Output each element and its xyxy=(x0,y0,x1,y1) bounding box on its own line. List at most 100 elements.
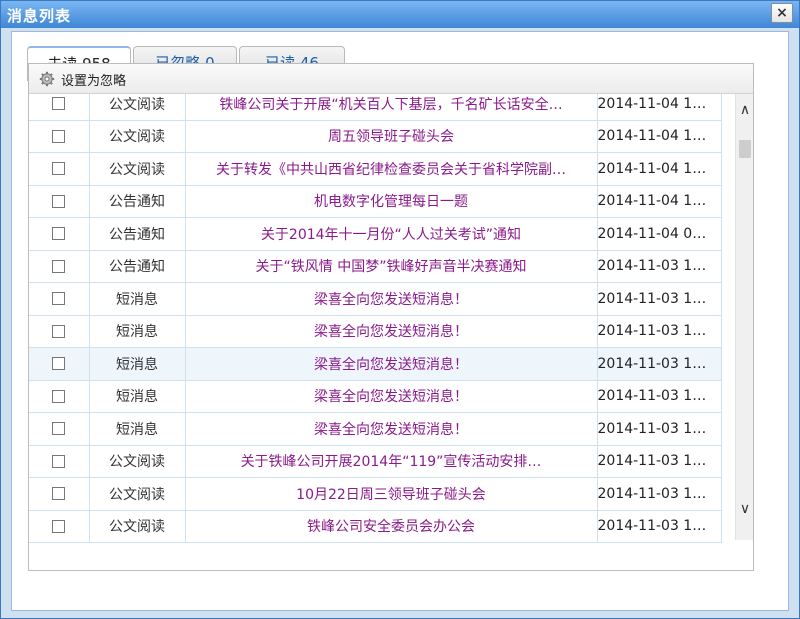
row-checkbox[interactable] xyxy=(52,162,66,176)
titlebar[interactable]: 消息列表 × xyxy=(1,1,799,28)
message-time: 2014-11-03 11:06 xyxy=(596,509,722,543)
message-time: 2014-11-03 11:11 xyxy=(596,444,722,478)
row-checkbox-cell xyxy=(29,379,90,413)
gear-icon xyxy=(39,71,55,87)
message-time: 2014-11-03 11:52 xyxy=(596,379,722,413)
message-type: 公文阅读 xyxy=(88,94,186,121)
message-time: 2014-11-03 11:53 xyxy=(596,347,722,381)
row-checkbox-cell xyxy=(29,282,90,316)
message-title-link[interactable]: 梁喜全向您发送短消息！ xyxy=(184,314,598,348)
message-title-link[interactable]: 梁喜全向您发送短消息！ xyxy=(184,347,598,381)
table-row[interactable]: 短消息 梁喜全向您发送短消息！ 2014-11-03 11:56 xyxy=(29,282,722,316)
message-time: 2014-11-04 11:49 xyxy=(596,119,722,153)
message-title-link[interactable]: 关于“铁风情 中国梦”铁峰好声音半决赛通知 xyxy=(184,249,598,283)
message-type: 短消息 xyxy=(88,412,186,446)
table-row[interactable]: 公文阅读 关于转发《中共山西省纪律检查委员会关于省科学院副… 2014-11-04 … xyxy=(29,152,722,186)
message-type: 公文阅读 xyxy=(88,477,186,511)
row-checkbox[interactable] xyxy=(52,292,66,306)
row-checkbox-cell xyxy=(29,119,90,153)
message-time: 2014-11-04 11:49 xyxy=(596,152,722,186)
table-row[interactable]: 短消息 梁喜全向您发送短消息！ 2014-11-03 11:54 xyxy=(29,314,722,348)
message-type: 公文阅读 xyxy=(88,509,186,543)
message-title-link[interactable]: 周五领导班子碰头会 xyxy=(184,119,598,153)
message-type: 短消息 xyxy=(88,379,186,413)
message-type: 公告通知 xyxy=(88,184,186,218)
row-checkbox-cell xyxy=(29,217,90,251)
message-type: 短消息 xyxy=(88,347,186,381)
message-time: 2014-11-03 16:44 xyxy=(596,249,722,283)
message-title-link[interactable]: 关于转发《中共山西省纪律检查委员会关于省科学院副… xyxy=(184,152,598,186)
table-row[interactable]: 公文阅读 铁峰公司关于开展“机关百人下基层，千名矿长话安全… 2014-11-04 … xyxy=(29,94,722,121)
message-title-link[interactable]: 梁喜全向您发送短消息！ xyxy=(184,282,598,316)
row-checkbox[interactable] xyxy=(52,487,66,501)
message-time: 2014-11-04 09:18 xyxy=(596,217,722,251)
row-checkbox-cell xyxy=(29,509,90,543)
row-checkbox-cell xyxy=(29,347,90,381)
row-checkbox[interactable] xyxy=(52,259,66,273)
message-title-link[interactable]: 梁喜全向您发送短消息！ xyxy=(184,379,598,413)
row-checkbox[interactable] xyxy=(52,422,66,436)
row-checkbox[interactable] xyxy=(52,97,66,111)
close-button[interactable]: × xyxy=(771,3,793,23)
message-type: 公文阅读 xyxy=(88,119,186,153)
table-row[interactable]: 公告通知 关于“铁风情 中国梦”铁峰好声音半决赛通知 2014-11-03 16:4… xyxy=(29,249,722,283)
message-table: 公文阅读 铁峰公司关于开展“机关百人下基层，千名矿长话安全… 2014-11-04 … xyxy=(29,94,722,543)
row-checkbox-cell xyxy=(29,249,90,283)
window-title: 消息列表 xyxy=(7,7,72,25)
message-type: 公文阅读 xyxy=(88,152,186,186)
row-checkbox-cell xyxy=(29,94,90,121)
message-type: 短消息 xyxy=(88,314,186,348)
table-row[interactable]: 短消息 梁喜全向您发送短消息！ 2014-11-03 11:53 xyxy=(29,347,722,381)
row-checkbox[interactable] xyxy=(52,454,66,468)
table-row[interactable]: 短消息 梁喜全向您发送短消息！ 2014-11-03 11:52 xyxy=(29,379,722,413)
toolbar: 设置为忽略 xyxy=(29,64,753,94)
message-time: 2014-11-04 11:21 xyxy=(596,184,722,218)
message-title-link[interactable]: 梁喜全向您发送短消息！ xyxy=(184,412,598,446)
message-type: 短消息 xyxy=(88,282,186,316)
row-checkbox[interactable] xyxy=(52,519,66,533)
message-time: 2014-11-03 11:56 xyxy=(596,282,722,316)
row-checkbox-cell xyxy=(29,152,90,186)
row-checkbox-cell xyxy=(29,444,90,478)
table-row[interactable]: 公告通知 机电数字化管理每日一题 2014-11-04 11:21 xyxy=(29,184,722,218)
message-time: 2014-11-03 11:06 xyxy=(596,477,722,511)
message-type: 公告通知 xyxy=(88,217,186,251)
table-row[interactable]: 公文阅读 关于铁峰公司开展2014年“119”宣传活动安排… 2014-11-03 … xyxy=(29,444,722,478)
table-row[interactable]: 公告通知 关于2014年十一月份“人人过关考试”通知 2014-11-04 09:1… xyxy=(29,217,722,251)
vertical-scrollbar[interactable]: ∧ ∨ xyxy=(735,94,753,540)
message-type: 公文阅读 xyxy=(88,444,186,478)
row-checkbox[interactable] xyxy=(52,324,66,338)
row-checkbox-cell xyxy=(29,184,90,218)
row-checkbox[interactable] xyxy=(52,129,66,143)
message-title-link[interactable]: 关于铁峰公司开展2014年“119”宣传活动安排… xyxy=(184,444,598,478)
row-checkbox[interactable] xyxy=(52,389,66,403)
message-title-link[interactable]: 铁峰公司安全委员会办公会 xyxy=(184,509,598,543)
scroll-thumb[interactable] xyxy=(739,140,751,158)
message-list-window: 消息列表 × 未读 958 已忽略 0 已读 46 xyxy=(0,0,800,619)
table-row[interactable]: 公文阅读 周五领导班子碰头会 2014-11-04 11:49 xyxy=(29,119,722,153)
set-ignore-label: 设置为忽略 xyxy=(61,73,127,89)
set-ignore-button[interactable]: 设置为忽略 xyxy=(39,69,126,89)
message-time: 2014-11-03 11:54 xyxy=(596,314,722,348)
message-time: 2014-11-03 11:48 xyxy=(596,412,722,446)
message-grid: 公文阅读 铁峰公司关于开展“机关百人下基层，千名矿长话安全… 2014-11-04 … xyxy=(29,94,753,570)
table-row[interactable]: 公文阅读 铁峰公司安全委员会办公会 2014-11-03 11:06 xyxy=(29,509,722,543)
row-checkbox[interactable] xyxy=(52,357,66,371)
table-row[interactable]: 短消息 梁喜全向您发送短消息！ 2014-11-03 11:48 xyxy=(29,412,722,446)
row-checkbox[interactable] xyxy=(52,194,66,208)
message-title-link[interactable]: 10月22日周三领导班子碰头会 xyxy=(184,477,598,511)
row-checkbox-cell xyxy=(29,314,90,348)
scroll-up-icon[interactable]: ∧ xyxy=(736,100,753,120)
message-title-link[interactable]: 机电数字化管理每日一题 xyxy=(184,184,598,218)
message-title-link[interactable]: 关于2014年十一月份“人人过关考试”通知 xyxy=(184,217,598,251)
row-checkbox[interactable] xyxy=(52,227,66,241)
close-icon: × xyxy=(776,5,788,21)
row-checkbox-cell xyxy=(29,477,90,511)
message-time: 2014-11-04 11:49 xyxy=(596,94,722,121)
tab-panel-unread: 设置为忽略 公文阅读 铁峰公司关于开展“机关百人下基层，千名矿长话安全… 2014-… xyxy=(28,63,754,571)
scroll-down-icon[interactable]: ∨ xyxy=(736,499,753,519)
message-type: 公告通知 xyxy=(88,249,186,283)
table-row[interactable]: 公文阅读 10月22日周三领导班子碰头会 2014-11-03 11:06 xyxy=(29,477,722,511)
message-title-link[interactable]: 铁峰公司关于开展“机关百人下基层，千名矿长话安全… xyxy=(184,94,598,121)
row-checkbox-cell xyxy=(29,412,90,446)
